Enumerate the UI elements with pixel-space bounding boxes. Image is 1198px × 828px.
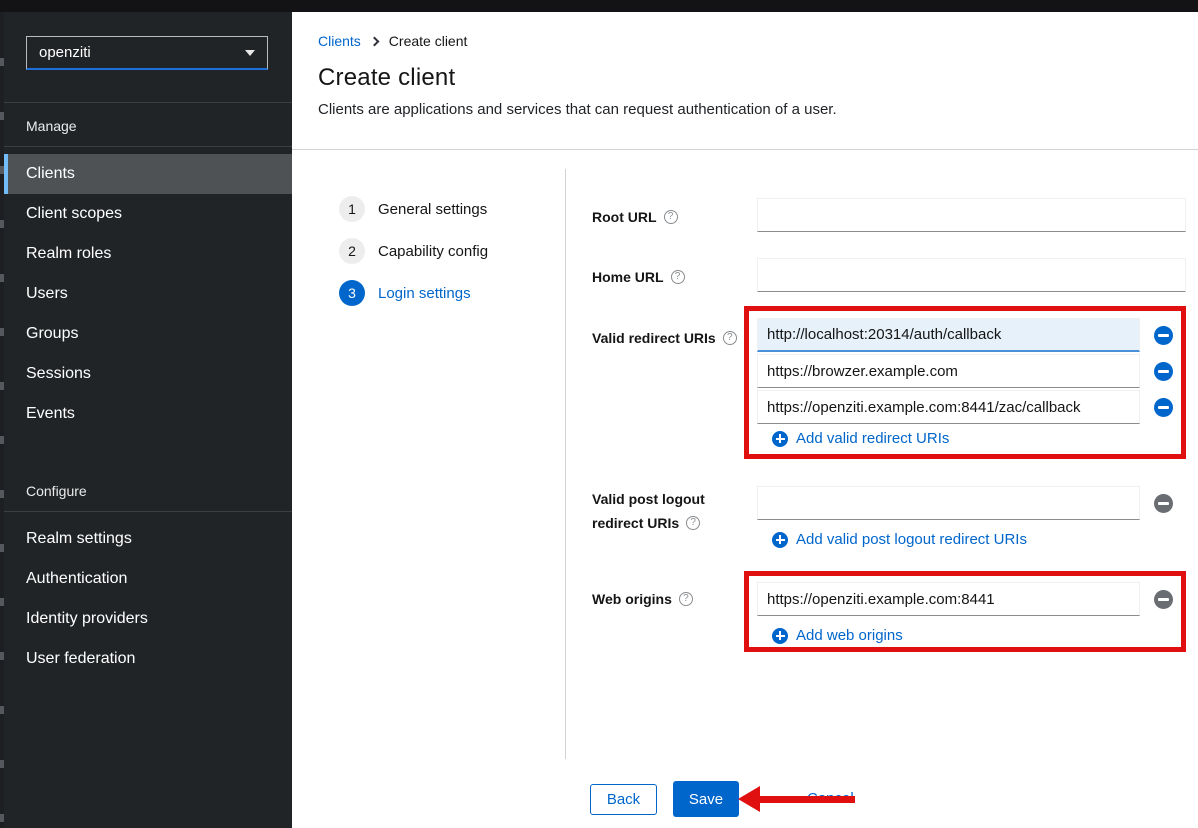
breadcrumb: Clients Create client xyxy=(318,33,1172,49)
add-valid-post-logout-redirect-uris-link[interactable]: Add valid post logout redirect URIs xyxy=(772,531,1027,548)
add-valid-redirect-uris-link[interactable]: Add valid redirect URIs xyxy=(772,430,949,447)
question-circle-icon[interactable] xyxy=(686,516,700,530)
masthead-bar xyxy=(0,0,1198,12)
question-circle-icon[interactable] xyxy=(664,210,678,224)
question-circle-icon[interactable] xyxy=(679,592,693,606)
valid-post-logout-label-line1: Valid post logout xyxy=(592,490,705,508)
valid-redirect-uri-input-2[interactable] xyxy=(757,354,1140,388)
remove-web-origin-button minus-circle-icon[interactable] xyxy=(1154,590,1173,609)
remove-redirect-uri-2-button minus-circle-icon[interactable] xyxy=(1154,362,1173,381)
sidebar-item-client-scopes[interactable]: Client scopes xyxy=(4,194,292,234)
nav-group-title-configure: Configure xyxy=(4,468,292,512)
web-origins-label: Web origins xyxy=(592,590,693,608)
sidebar-item-label: Groups xyxy=(26,325,78,343)
valid-redirect-uris-label: Valid redirect URIs xyxy=(592,329,737,347)
valid-post-logout-label-line2: redirect URIs xyxy=(592,514,700,532)
back-button[interactable]: Back xyxy=(590,784,657,815)
question-circle-icon[interactable] xyxy=(671,270,685,284)
step-number-badge: 2 xyxy=(339,238,365,264)
breadcrumb-clients-link[interactable]: Clients xyxy=(318,33,361,49)
sidebar-item-sessions[interactable]: Sessions xyxy=(4,354,292,394)
page-title: Create client xyxy=(318,64,1172,92)
step-label: Capability config xyxy=(378,243,488,260)
nav-group-title-manage: Manage xyxy=(4,103,292,147)
save-button[interactable]: Save xyxy=(673,781,739,817)
sidebar-item-users[interactable]: Users xyxy=(4,274,292,314)
breadcrumb-current: Create client xyxy=(389,33,468,49)
caret-down-icon xyxy=(245,50,255,56)
sidebar-item-label: User federation xyxy=(26,650,135,668)
home-url-input[interactable] xyxy=(757,258,1186,292)
nav-group-manage: Manage Clients Client scopes Realm roles… xyxy=(4,103,292,434)
home-url-label: Home URL xyxy=(592,268,685,286)
plus-circle-icon xyxy=(772,431,788,447)
sidebar-item-label: Client scopes xyxy=(26,205,122,223)
sidebar-item-label: Users xyxy=(26,285,68,303)
wizard-divider xyxy=(565,169,566,759)
sidebar-item-groups[interactable]: Groups xyxy=(4,314,292,354)
wizard-step-capability-config[interactable]: 2 Capability config xyxy=(339,238,488,264)
create-client-wizard: 1 General settings 2 Capability config 3… xyxy=(292,150,1198,828)
valid-redirect-uri-input-3[interactable] xyxy=(757,390,1140,424)
question-circle-icon[interactable] xyxy=(723,331,737,345)
step-label: General settings xyxy=(378,201,487,218)
chevron-right-icon xyxy=(369,36,379,46)
plus-circle-icon xyxy=(772,532,788,548)
realm-selector-dropdown[interactable]: openziti xyxy=(26,36,268,70)
sidebar-item-label: Identity providers xyxy=(26,610,148,628)
nav-group-configure: Configure Realm settings Authentication … xyxy=(4,468,292,679)
web-origins-input[interactable] xyxy=(757,582,1140,616)
remove-redirect-uri-1-button minus-circle-icon[interactable] xyxy=(1154,326,1173,345)
sidebar-item-label: Realm roles xyxy=(26,245,111,263)
sidebar-item-label: Authentication xyxy=(26,570,127,588)
page-description: Clients are applications and services th… xyxy=(318,101,1172,118)
wizard-step-general-settings[interactable]: 1 General settings xyxy=(339,196,487,222)
sidebar-item-label: Sessions xyxy=(26,365,91,383)
sidebar-item-label: Events xyxy=(26,405,75,423)
step-number-badge: 1 xyxy=(339,196,365,222)
sidebar-item-events[interactable]: Events xyxy=(4,394,292,434)
sidebar: openziti Manage Clients Client scopes Re… xyxy=(4,12,292,828)
wizard-step-login-settings[interactable]: 3 Login settings xyxy=(339,280,471,306)
add-web-origins-link[interactable]: Add web origins xyxy=(772,627,903,644)
valid-post-logout-redirect-uri-input[interactable] xyxy=(757,486,1140,520)
valid-redirect-uri-input-1[interactable] xyxy=(757,318,1140,352)
sidebar-item-clients[interactable]: Clients xyxy=(4,154,292,194)
remove-post-logout-uri-button minus-circle-icon[interactable] xyxy=(1154,494,1173,513)
sidebar-item-label: Clients xyxy=(26,165,75,183)
cancel-link[interactable]: Cancel xyxy=(807,790,854,807)
sidebar-item-realm-settings[interactable]: Realm settings xyxy=(4,519,292,559)
remove-redirect-uri-3-button minus-circle-icon[interactable] xyxy=(1154,398,1173,417)
plus-circle-icon xyxy=(772,628,788,644)
realm-name: openziti xyxy=(39,44,91,61)
realm-selector-section: openziti xyxy=(4,12,292,103)
sidebar-item-label: Realm settings xyxy=(26,530,132,548)
step-number-badge: 3 xyxy=(339,280,365,306)
page-header: Clients Create client Create client Clie… xyxy=(292,12,1198,150)
keycloak-admin-console: openziti Manage Clients Client scopes Re… xyxy=(0,0,1198,828)
annotation-arrow-left-icon xyxy=(738,786,760,812)
step-label: Login settings xyxy=(378,285,471,302)
sidebar-item-authentication[interactable]: Authentication xyxy=(4,559,292,599)
root-url-label: Root URL xyxy=(592,208,678,226)
sidebar-item-user-federation[interactable]: User federation xyxy=(4,639,292,679)
root-url-input[interactable] xyxy=(757,198,1186,232)
sidebar-item-identity-providers[interactable]: Identity providers xyxy=(4,599,292,639)
sidebar-item-realm-roles[interactable]: Realm roles xyxy=(4,234,292,274)
